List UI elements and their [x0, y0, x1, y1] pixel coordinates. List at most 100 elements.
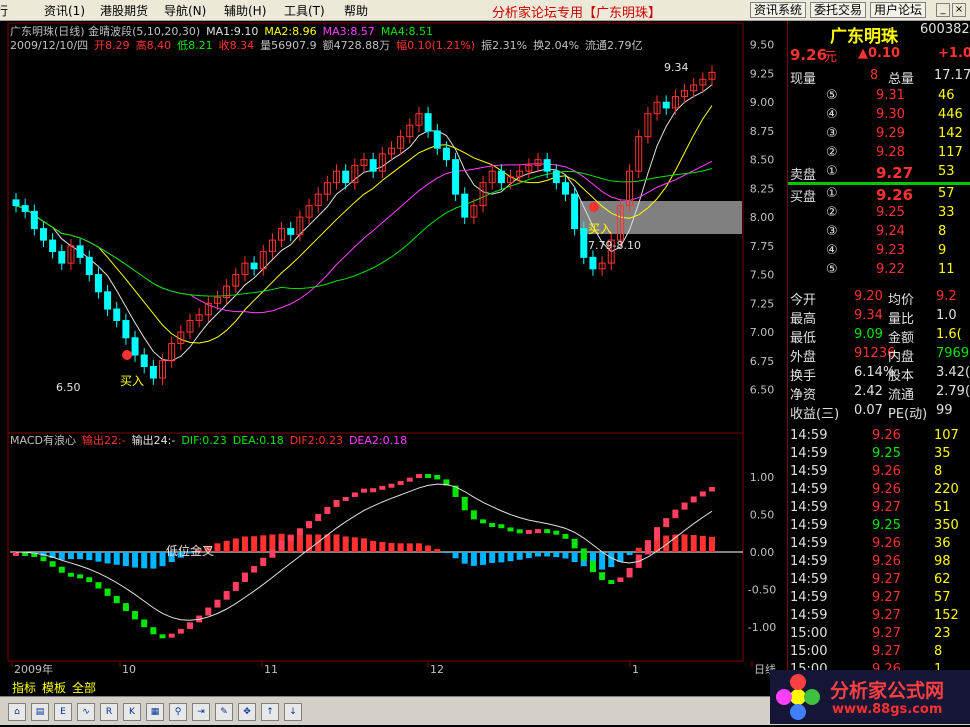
- price-change-pct: +1.0: [938, 46, 970, 61]
- macd-dif-bar: [67, 572, 74, 577]
- macd-dif-bar: [406, 477, 413, 482]
- macd-histogram-bar: [709, 536, 715, 552]
- kd-icon[interactable]: K: [123, 703, 141, 721]
- bid-volume: 57: [938, 186, 955, 201]
- minimize-icon[interactable]: _: [936, 3, 950, 17]
- menu-item[interactable]: 导航(N): [164, 2, 206, 19]
- candle: [552, 170, 560, 184]
- quote-row: ② 9.25 33: [788, 204, 970, 223]
- header-value: MA2:8.96: [264, 25, 316, 38]
- stat-label: 内盘: [888, 350, 915, 365]
- menu-item[interactable]: 港股期货: [100, 2, 148, 19]
- bar-icon[interactable]: ▤: [31, 703, 49, 721]
- macd-histogram-bar: [95, 552, 102, 562]
- macd-dif-bar: [251, 565, 258, 573]
- macd-histogram-bar: [214, 543, 221, 552]
- tab-indicators[interactable]: 指标: [12, 679, 36, 696]
- stat-value: 2.79(: [936, 384, 970, 399]
- quote-row: 14:59 9.26 107: [788, 427, 970, 445]
- trade-button[interactable]: 委托交易: [810, 2, 867, 18]
- now-volume-label: 现量: [790, 72, 817, 87]
- candle: [49, 239, 57, 253]
- tick-price: 9.26: [872, 482, 901, 497]
- stock-chart[interactable]: 9.50 9.25 9.00 8.75 8.50 8.25 8.00 7.75 7.50 7.25…: [0, 21, 785, 676]
- export-icon[interactable]: ⇥: [192, 703, 210, 721]
- tick-price: 9.27: [872, 644, 901, 659]
- tab-all[interactable]: 全部: [72, 679, 96, 696]
- macd-histogram-bar: [296, 534, 303, 552]
- quote-row: ④ 9.23 9: [788, 242, 970, 261]
- header-value: 额4728.88万: [323, 39, 391, 52]
- macd-histogram-bar: [425, 545, 432, 552]
- macd-histogram-bar: [562, 552, 569, 559]
- quote-row: 换手 6.14% 股本 3.42(: [788, 364, 970, 384]
- stat-label: 均价: [888, 293, 915, 308]
- menu-item[interactable]: 帮助: [344, 2, 368, 19]
- level-index: ⑤: [826, 262, 838, 277]
- bid-volume: 8: [938, 224, 947, 239]
- tick-time: 14:59: [790, 590, 828, 605]
- menu-item[interactable]: 辅助(H): [224, 2, 266, 19]
- macd-dif-bar: [709, 487, 715, 492]
- stat-value: 0.07: [854, 403, 883, 418]
- macd-dif-bar: [571, 538, 578, 549]
- macd-histogram-bar: [498, 552, 505, 563]
- move-icon[interactable]: ✥: [238, 703, 256, 721]
- pin-icon[interactable]: ⚲: [169, 703, 187, 721]
- quote-row: 现量 8 总量 17.17: [788, 67, 970, 87]
- candle: [424, 113, 432, 132]
- macd-dif-bar: [241, 572, 248, 582]
- etf-icon[interactable]: E: [54, 703, 72, 721]
- macd-tick-label: -0.50: [748, 583, 776, 596]
- macd-histogram-bar: [525, 552, 532, 559]
- macd-histogram-bar: [626, 552, 633, 556]
- tick-volume: 62: [934, 572, 951, 587]
- bid-volume: 33: [938, 205, 955, 220]
- tick-volume: 51: [934, 500, 951, 515]
- bid-volume: 11: [938, 262, 955, 277]
- info-system-button[interactable]: 资讯系统: [750, 2, 807, 18]
- buy-signal-label: 买入: [120, 374, 144, 388]
- stat-value: 3.42(: [936, 365, 970, 380]
- menu-item[interactable]: 行: [0, 2, 8, 19]
- macd-histogram-bar: [58, 552, 65, 560]
- macd-tick-label: -1.00: [748, 621, 776, 634]
- quote-row: 今开 9.20 均价 9.2: [788, 288, 970, 308]
- candle: [561, 182, 569, 195]
- down-arrow-icon[interactable]: ↓: [284, 703, 302, 721]
- tab-templates[interactable]: 模板: [42, 679, 66, 696]
- menu-item[interactable]: 工具(T): [284, 2, 325, 19]
- macd-dif-bar: [690, 496, 697, 503]
- close-icon[interactable]: ×: [952, 3, 966, 17]
- chart-icon[interactable]: ▦: [146, 703, 164, 721]
- zone-range-label: 7.79-8.10: [588, 239, 641, 252]
- macd-dif-bar: [507, 527, 514, 532]
- price-tick-label: 8.50: [750, 154, 775, 167]
- home-icon[interactable]: ⌂: [8, 703, 26, 721]
- header-value: DEA:0.18: [233, 434, 284, 447]
- up-arrow-icon[interactable]: ↑: [261, 703, 279, 721]
- candle: [589, 256, 597, 270]
- logo-flower-icon: [776, 674, 820, 720]
- wave-icon[interactable]: ∿: [77, 703, 95, 721]
- ask-volume: 117: [938, 145, 963, 160]
- quote-row: 14:59 9.27 62: [788, 571, 970, 589]
- macd-histogram-bar: [122, 552, 129, 567]
- forum-button[interactable]: 用户论坛: [870, 2, 927, 18]
- bid-price: 9.24: [876, 224, 905, 239]
- macd-histogram-bar: [241, 536, 248, 552]
- tick-time: 14:59: [790, 464, 828, 479]
- stat-value: 9.2: [936, 289, 957, 304]
- macd-histogram-bar: [663, 535, 670, 552]
- tick-price: 9.26: [872, 428, 901, 443]
- tick-time: 14:59: [790, 572, 828, 587]
- pencil-icon[interactable]: ✎: [215, 703, 233, 721]
- menu-item[interactable]: 资讯(1): [44, 2, 85, 19]
- macd-histogram-bar: [388, 542, 395, 552]
- price-tick-label: 7.25: [750, 297, 775, 310]
- ask-price: 9.28: [876, 145, 905, 160]
- stat-value: 2.42: [854, 384, 883, 399]
- quote-row: 15:00 9.27 8: [788, 643, 970, 661]
- rsi-icon[interactable]: R: [100, 703, 118, 721]
- macd-dif-bar: [626, 567, 633, 578]
